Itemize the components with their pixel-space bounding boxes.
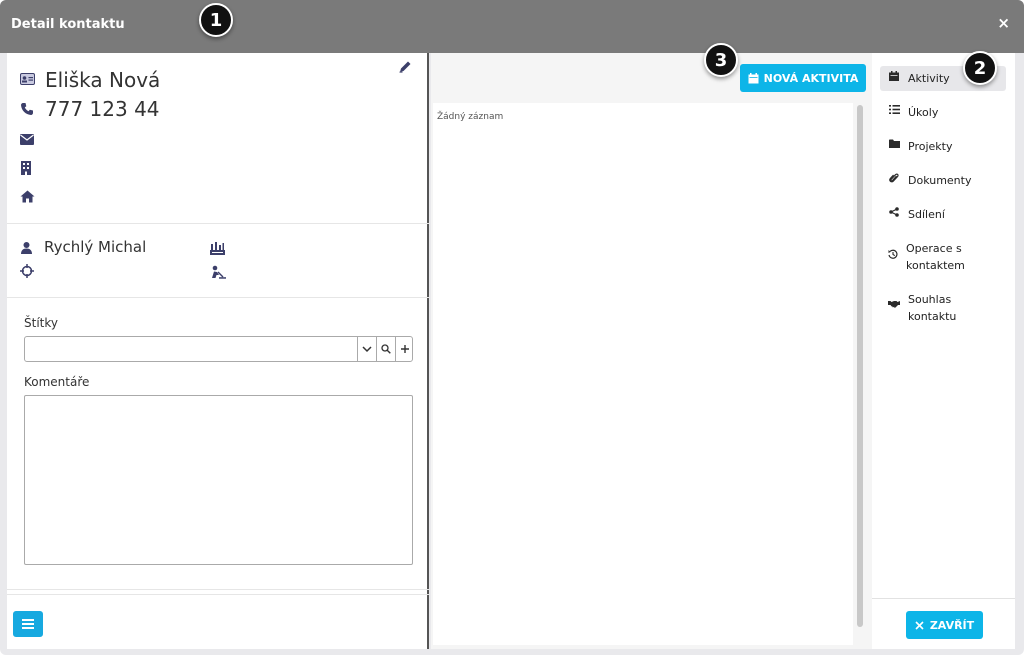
crosshair-icon bbox=[20, 264, 34, 282]
close-button-label: ZAVŘÍT bbox=[929, 618, 975, 632]
folder-icon bbox=[888, 139, 900, 151]
close-icon bbox=[915, 620, 924, 630]
section-nav: Aktivity Úkoly Projekty Dokumenty Sdílen… bbox=[872, 53, 1015, 649]
callout-marker: 2 bbox=[963, 51, 997, 85]
calendar-icon bbox=[748, 72, 759, 83]
divider bbox=[7, 223, 429, 224]
empty-state-text: Žádný záznam bbox=[437, 112, 504, 122]
hamburger-icon bbox=[22, 619, 34, 629]
nav-item-label: Úkoly bbox=[908, 106, 939, 119]
comments-textarea[interactable] bbox=[24, 395, 413, 565]
callout-marker: 1 bbox=[199, 3, 233, 37]
factory-icon bbox=[210, 240, 225, 259]
new-activity-button[interactable]: NOVÁ AKTIVITA bbox=[740, 64, 866, 92]
nav-item-projekty[interactable]: Projekty bbox=[880, 134, 1006, 159]
activities-panel: NOVÁ AKTIVITA Žádný záznam bbox=[431, 53, 872, 649]
nav-item-label: Projekty bbox=[908, 140, 953, 153]
id-card-icon bbox=[20, 73, 35, 89]
share-icon bbox=[888, 207, 900, 220]
nav-item-label: Aktivity bbox=[908, 72, 950, 85]
contact-phone: 777 123 44 bbox=[45, 97, 160, 121]
add-icon[interactable] bbox=[395, 337, 413, 361]
home-icon bbox=[20, 190, 35, 207]
titlebar: Detail kontaktu × bbox=[0, 0, 1024, 53]
pencil-icon[interactable] bbox=[398, 60, 412, 78]
close-button[interactable]: ZAVŘÍT bbox=[906, 611, 983, 639]
contact-owner: Rychlý Michal bbox=[44, 238, 147, 256]
nav-item-label: Sdílení bbox=[908, 208, 945, 221]
nav-item-sdileni[interactable]: Sdílení bbox=[880, 202, 1006, 227]
building-icon bbox=[20, 161, 32, 179]
window-title: Detail kontaktu bbox=[11, 17, 125, 32]
chevron-down-icon[interactable] bbox=[357, 337, 375, 361]
nav-item-dokumenty[interactable]: Dokumenty bbox=[880, 168, 1006, 193]
tags-label: Štítky bbox=[24, 316, 58, 330]
nav-item-label: Operace s kontaktem bbox=[906, 242, 965, 272]
contact-detail-window: Detail kontaktu × Eliška Nová 777 123 44… bbox=[0, 0, 1024, 655]
calendar-icon bbox=[888, 71, 900, 84]
worker-icon bbox=[210, 264, 226, 283]
new-activity-label: NOVÁ AKTIVITA bbox=[763, 71, 859, 85]
envelope-icon[interactable] bbox=[20, 133, 34, 149]
paperclip-icon bbox=[888, 173, 900, 187]
divider bbox=[7, 297, 429, 298]
activities-list: Žádný záznam bbox=[433, 103, 853, 645]
phone-icon bbox=[20, 102, 34, 120]
divider bbox=[7, 589, 429, 590]
menu-button[interactable] bbox=[13, 611, 43, 637]
handshake-icon bbox=[888, 300, 900, 311]
divider bbox=[872, 598, 1015, 599]
comments-label: Komentáře bbox=[24, 375, 90, 389]
nav-item-operace[interactable]: Operace s kontaktem bbox=[880, 236, 1006, 278]
tags-select[interactable] bbox=[24, 336, 413, 362]
callout-marker: 3 bbox=[704, 43, 738, 77]
nav-item-ukoly[interactable]: Úkoly bbox=[880, 100, 1006, 125]
nav-item-label: Souhlas kontaktu bbox=[908, 293, 957, 323]
user-icon bbox=[20, 241, 33, 258]
search-icon[interactable] bbox=[376, 337, 394, 361]
history-icon bbox=[888, 249, 898, 262]
scrollbar[interactable] bbox=[857, 105, 863, 627]
divider bbox=[7, 594, 429, 595]
contact-name: Eliška Nová bbox=[45, 68, 161, 92]
nav-item-souhlas[interactable]: Souhlas kontaktu bbox=[880, 287, 1006, 329]
list-icon bbox=[888, 105, 900, 117]
nav-item-label: Dokumenty bbox=[908, 174, 972, 187]
close-icon[interactable]: × bbox=[997, 14, 1010, 32]
contact-info-panel: Eliška Nová 777 123 44 Rychlý Michal Ští… bbox=[7, 53, 429, 649]
